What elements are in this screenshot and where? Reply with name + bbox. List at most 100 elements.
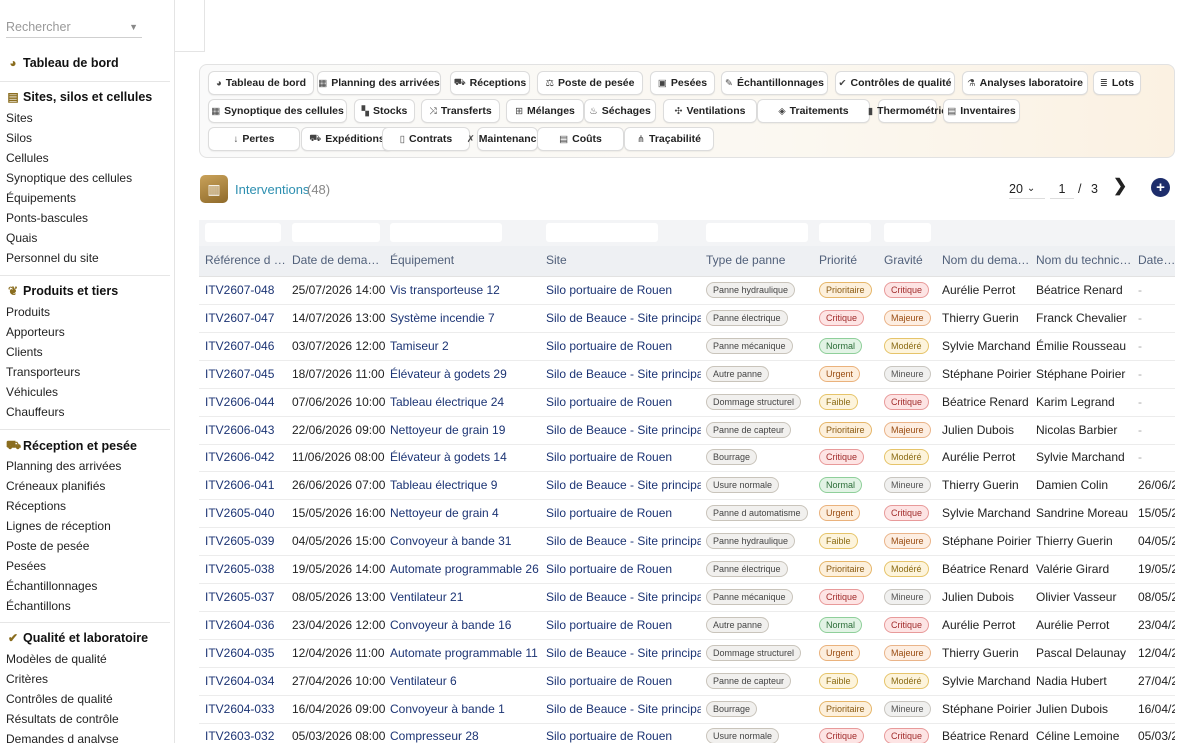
chip-traitements[interactable]: ◈ Traitements — [757, 99, 870, 123]
equipment-link[interactable]: Tableau électrique 24 — [390, 389, 540, 416]
table-row[interactable]: ITV2607-045 18/07/2026 11:00 Élévateur à g… — [199, 361, 1175, 389]
sidebar-item-quais[interactable]: Quais — [6, 231, 37, 245]
table-row[interactable]: ITV2607-048 25/07/2026 14:00 Vis transport… — [199, 277, 1175, 305]
page-size-select[interactable]: 20 ⌄ — [1009, 179, 1045, 199]
column-filter-date-de-dema[interactable] — [292, 223, 380, 242]
sidebar-item-transporteurs[interactable]: Transporteurs — [6, 365, 80, 379]
equipment-link[interactable]: Tamiseur 2 — [390, 333, 540, 360]
reference-link[interactable]: ITV2606-043 — [205, 417, 287, 444]
reference-link[interactable]: ITV2606-041 — [205, 472, 287, 499]
column-filter-reference-d[interactable] — [205, 223, 281, 242]
sidebar-item-modeles-de-qualite[interactable]: Modèles de qualité — [6, 652, 107, 666]
column-header-gravite[interactable]: Gravité — [884, 246, 936, 277]
chevron-down-icon[interactable]: ▼ — [129, 16, 138, 38]
sidebar-item-clients[interactable]: Clients — [6, 345, 43, 359]
equipment-link[interactable]: Élévateur à godets 29 — [390, 361, 540, 388]
chip-lots[interactable]: ≣ Lots — [1093, 71, 1141, 95]
equipment-link[interactable]: Nettoyeur de grain 4 — [390, 500, 540, 527]
column-filter-type-de-panne[interactable] — [706, 223, 808, 242]
reference-link[interactable]: ITV2604-034 — [205, 668, 287, 695]
chip-echantillonnages[interactable]: ✎ Échantillonnages — [721, 71, 828, 95]
sidebar-item-criteres[interactable]: Critères — [6, 672, 48, 686]
table-row[interactable]: ITV2604-033 16/04/2026 09:00 Convoyeur à b… — [199, 696, 1175, 724]
column-header-site[interactable]: Site — [546, 246, 701, 277]
site-link[interactable]: Silo de Beauce - Site principal — [546, 528, 701, 555]
chip-couts[interactable]: ▤ Coûts — [537, 127, 624, 151]
sidebar-section-sites-silos-et-cellules[interactable]: ▤ Sites, silos et cellules — [6, 90, 152, 104]
site-link[interactable]: Silo portuaire de Rouen — [546, 668, 701, 695]
equipment-link[interactable]: Système incendie 7 — [390, 305, 540, 332]
table-row[interactable]: ITV2605-039 04/05/2026 15:00 Convoyeur à b… — [199, 528, 1175, 557]
table-row[interactable]: ITV2604-034 27/04/2026 10:00 Ventilateur 6… — [199, 668, 1175, 696]
table-row[interactable]: ITV2606-043 22/06/2026 09:00 Nettoyeur de … — [199, 417, 1175, 445]
table-row[interactable]: ITV2606-044 07/06/2026 10:00 Tableau élect… — [199, 389, 1175, 417]
reference-link[interactable]: ITV2605-037 — [205, 584, 287, 611]
sidebar-item-personnel-du-site[interactable]: Personnel du site — [6, 251, 99, 265]
reference-link[interactable]: ITV2607-048 — [205, 277, 287, 304]
sidebar-item-pesees[interactable]: Pesées — [6, 559, 46, 573]
sidebar-item-poste-de-pesee[interactable]: Poste de pesée — [6, 539, 89, 553]
column-header-type-de-panne[interactable]: Type de panne — [706, 246, 814, 277]
table-row[interactable]: ITV2604-035 12/04/2026 11:00 Automate prog… — [199, 640, 1175, 668]
site-link[interactable]: Silo de Beauce - Site principal — [546, 361, 701, 388]
column-header-priorite[interactable]: Priorité — [819, 246, 879, 277]
chip-analyses-laboratoire[interactable]: ⚗ Analyses laboratoire — [962, 71, 1088, 95]
chip-tracabilite[interactable]: ⋔ Traçabilité — [624, 127, 714, 151]
chip-sechages[interactable]: ♨ Séchages — [584, 99, 656, 123]
site-link[interactable]: Silo portuaire de Rouen — [546, 277, 701, 304]
sidebar-item-chauffeurs[interactable]: Chauffeurs — [6, 405, 64, 419]
column-filter-priorite[interactable] — [819, 223, 871, 242]
column-header-date-de[interactable]: Date de — [1138, 246, 1175, 277]
chip-ventilations[interactable]: ✣ Ventilations — [663, 99, 757, 123]
sidebar-item-creneaux-planifies[interactable]: Créneaux planifiés — [6, 479, 105, 493]
site-link[interactable]: Silo portuaire de Rouen — [546, 444, 701, 471]
equipment-link[interactable]: Convoyeur à bande 31 — [390, 528, 540, 555]
sidebar-item-echantillons[interactable]: Échantillons — [6, 599, 71, 613]
column-header-equipement[interactable]: Équipement — [390, 246, 540, 277]
sidebar-item-lignes-de-reception[interactable]: Lignes de réception — [6, 519, 111, 533]
chip-melanges[interactable]: ⊞ Mélanges — [506, 99, 584, 123]
equipment-link[interactable]: Convoyeur à bande 1 — [390, 696, 540, 723]
reference-link[interactable]: ITV2607-047 — [205, 305, 287, 332]
site-link[interactable]: Silo portuaire de Rouen — [546, 333, 701, 360]
sidebar-item-resultats-de-controle[interactable]: Résultats de contrôle — [6, 712, 119, 726]
table-row[interactable]: ITV2605-038 19/05/2026 14:00 Automate prog… — [199, 556, 1175, 584]
sidebar-item-controles-de-qualite[interactable]: Contrôles de qualité — [6, 692, 113, 706]
sidebar-section-reception-et-pesee[interactable]: ⛟ Réception et pesée — [6, 438, 137, 454]
column-header-nom-du-dema[interactable]: Nom du dema… — [942, 246, 1032, 277]
column-header-nom-du-technici[interactable]: Nom du technici… — [1036, 246, 1134, 277]
chip-stocks[interactable]: ▚ Stocks — [354, 99, 415, 123]
site-link[interactable]: Silo portuaire de Rouen — [546, 556, 701, 583]
sidebar-item-vehicules[interactable]: Véhicules — [6, 385, 58, 399]
table-row[interactable]: ITV2603-032 05/03/2026 08:00 Compresseur 2… — [199, 723, 1175, 743]
sidebar-item-planning-des-arrivees[interactable]: Planning des arrivées — [6, 459, 121, 473]
reference-link[interactable]: ITV2603-032 — [205, 723, 287, 743]
site-link[interactable]: Silo de Beauce - Site principal — [546, 640, 701, 667]
site-link[interactable]: Silo portuaire de Rouen — [546, 612, 701, 639]
equipment-link[interactable]: Automate programmable 26 — [390, 556, 540, 583]
equipment-link[interactable]: Élévateur à godets 14 — [390, 444, 540, 471]
site-link[interactable]: Silo portuaire de Rouen — [546, 389, 701, 416]
table-row[interactable]: ITV2605-037 08/05/2026 13:00 Ventilateur 2… — [199, 584, 1175, 612]
sidebar-item-sites[interactable]: Sites — [6, 111, 33, 125]
sidebar-item-equipements[interactable]: Équipements — [6, 191, 76, 205]
sidebar-item-produits[interactable]: Produits — [6, 305, 50, 319]
reference-link[interactable]: ITV2604-033 — [205, 696, 287, 723]
chip-thermometrie[interactable]: ▮ Thermométrie — [868, 99, 947, 123]
chip-poste-de-pesee[interactable]: ⚖ Poste de pesée — [537, 71, 643, 95]
equipment-link[interactable]: Vis transporteuse 12 — [390, 277, 540, 304]
site-link[interactable]: Silo de Beauce - Site principal — [546, 584, 701, 611]
chip-synoptique-des-cellules[interactable]: ▦ Synoptique des cellules — [208, 99, 347, 123]
chip-controles-de-qualite[interactable]: ✔ Contrôles de qualité — [835, 71, 955, 95]
column-header-reference-d[interactable]: Référence d … — [205, 246, 287, 277]
next-page-button[interactable]: ❯ — [1113, 176, 1127, 196]
equipment-link[interactable]: Ventilateur 21 — [390, 584, 540, 611]
site-link[interactable]: Silo portuaire de Rouen — [546, 723, 701, 743]
search-select[interactable]: Rechercher ▼ — [6, 16, 142, 38]
column-filter-equipement[interactable] — [390, 223, 502, 242]
sidebar-item-ponts-bascules[interactable]: Ponts-bascules — [6, 211, 88, 225]
chip-pesees[interactable]: ▣ Pesées — [650, 71, 715, 95]
site-link[interactable]: Silo de Beauce - Site principal — [546, 696, 701, 723]
table-row[interactable]: ITV2604-036 23/04/2026 12:00 Convoyeur à b… — [199, 612, 1175, 640]
table-row[interactable]: ITV2605-040 15/05/2026 16:00 Nettoyeur de … — [199, 500, 1175, 529]
